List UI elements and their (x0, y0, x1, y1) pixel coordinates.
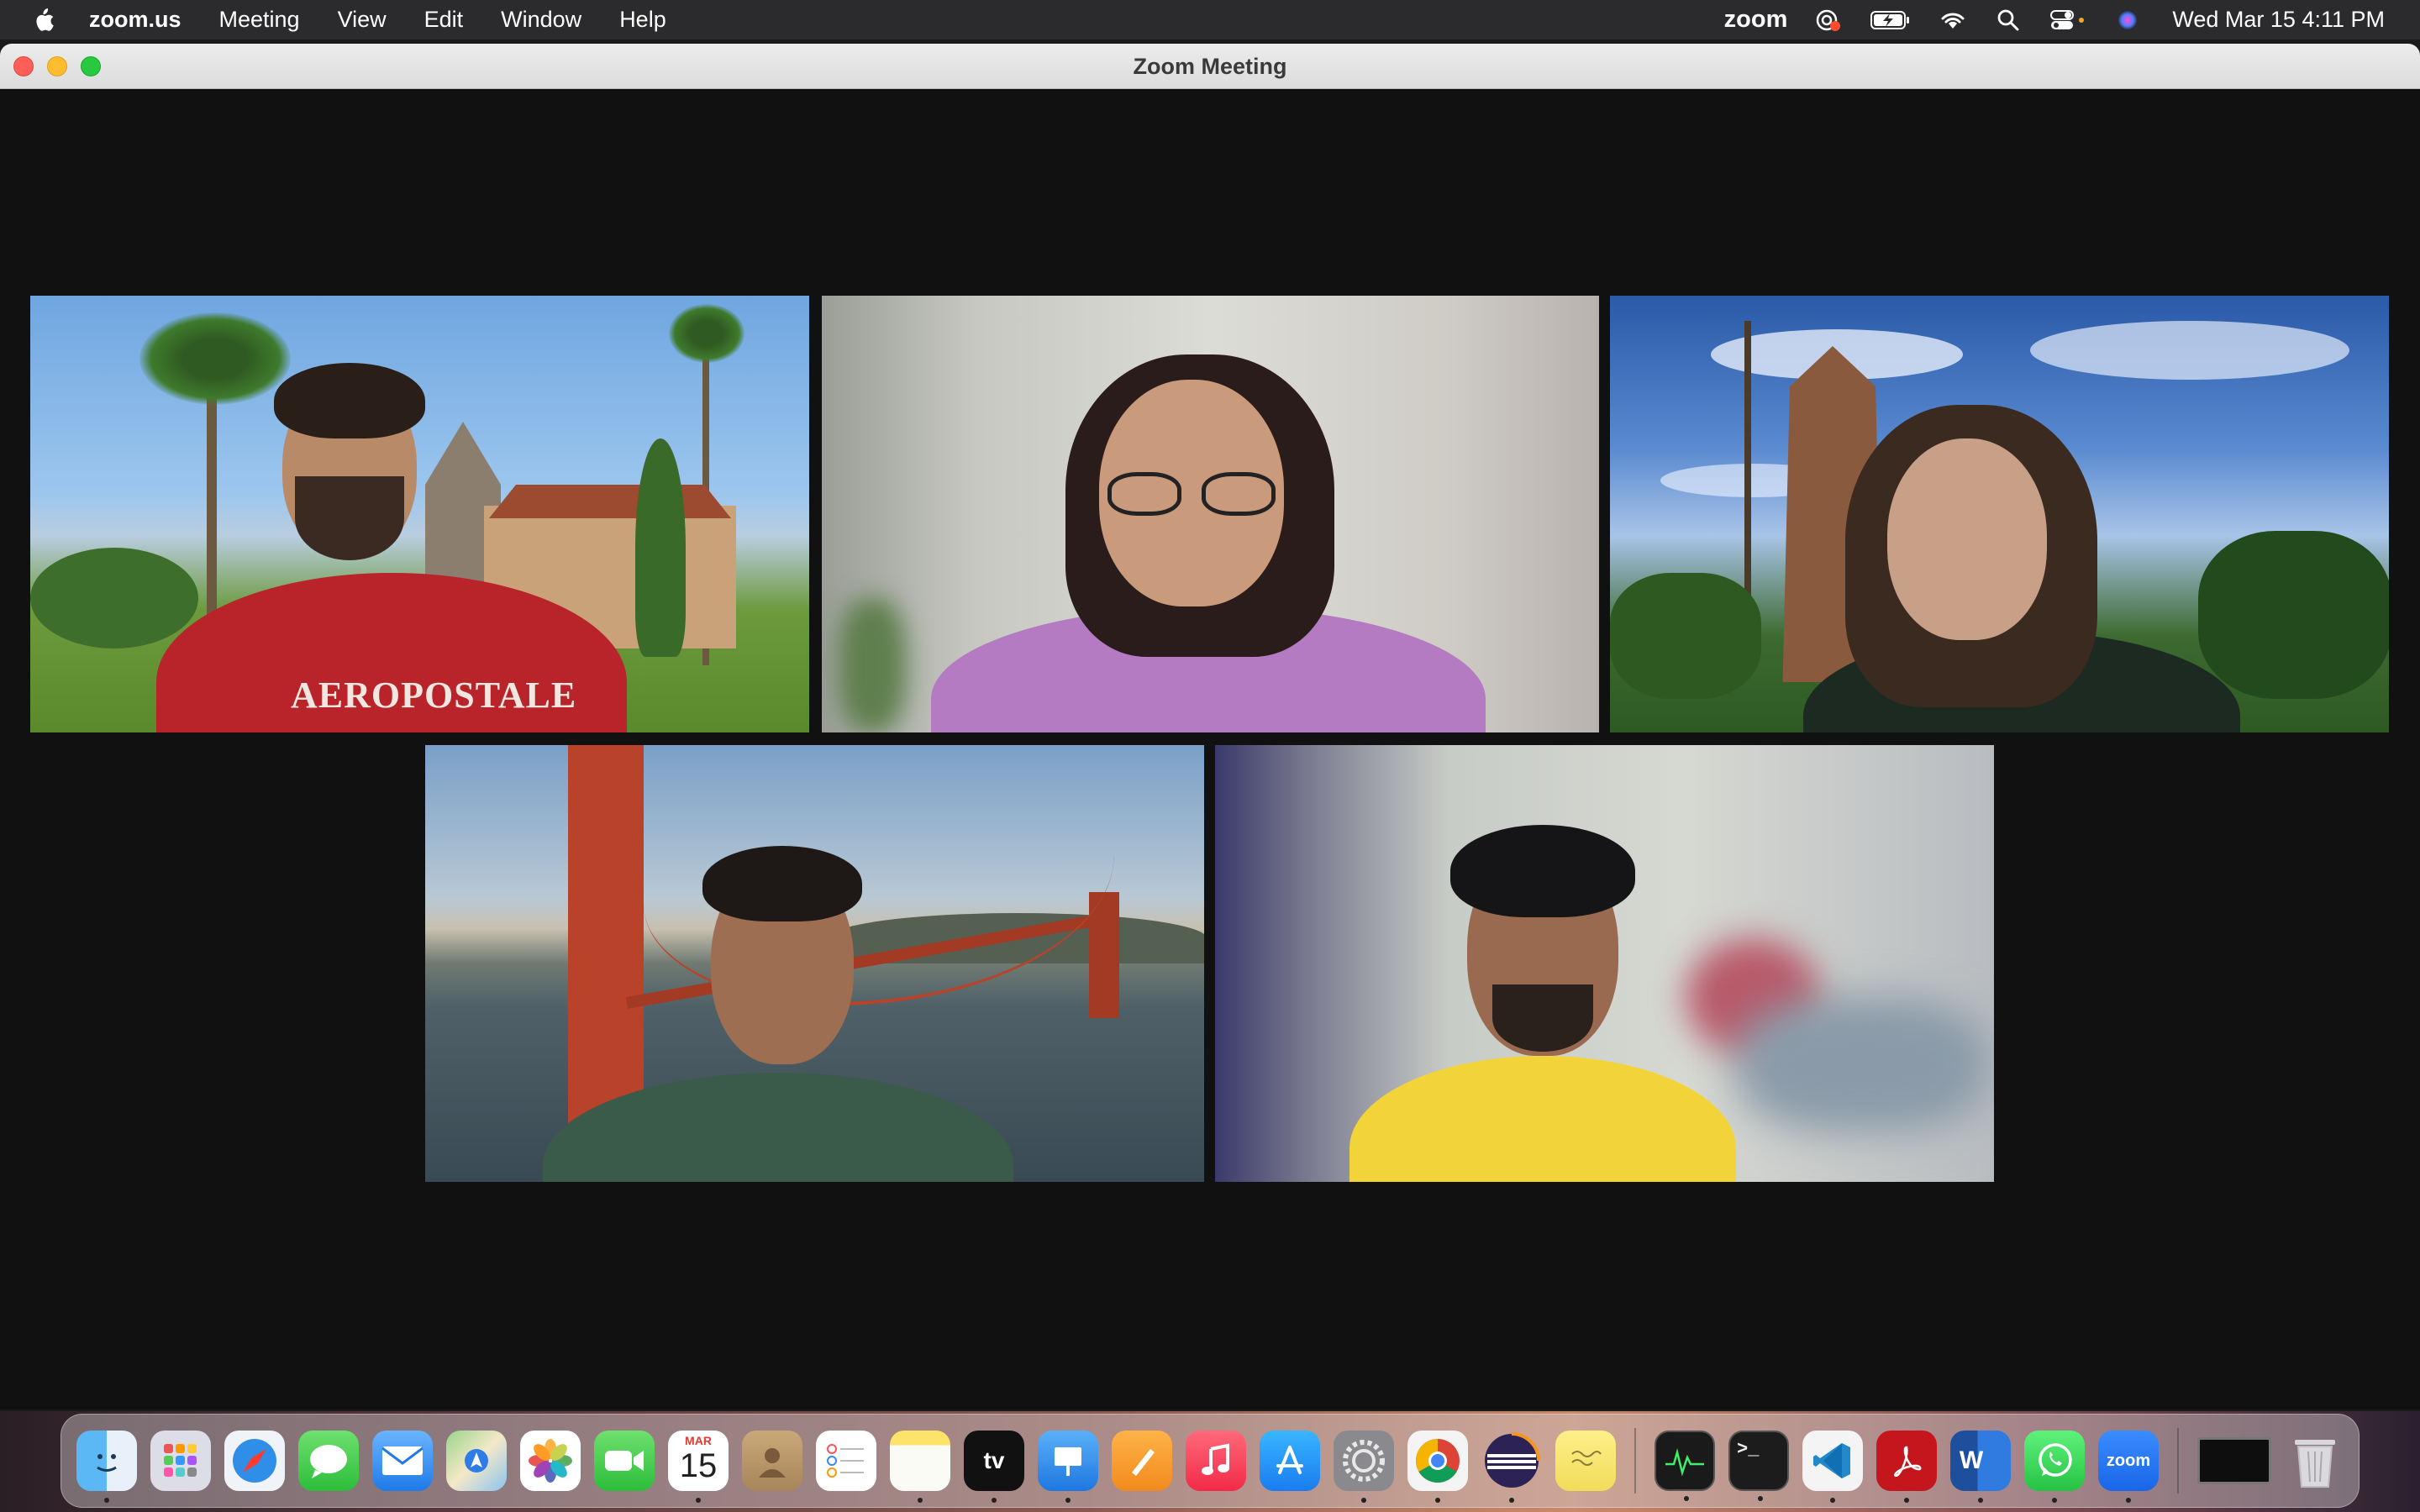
palm-tree (1744, 321, 1751, 623)
window-titlebar: Zoom Meeting (0, 44, 2420, 89)
mail-icon[interactable] (372, 1431, 433, 1491)
participant-head (1887, 438, 2047, 640)
calendar-icon[interactable]: MAR 15 (668, 1431, 729, 1503)
facetime-icon[interactable] (594, 1431, 655, 1491)
maps-icon[interactable] (446, 1431, 507, 1491)
bushes (30, 548, 198, 648)
menu-view[interactable]: View (338, 7, 387, 33)
whatsapp-icon[interactable] (2024, 1431, 2085, 1503)
participant-hair (702, 846, 862, 921)
participant-video-tile[interactable] (425, 745, 1204, 1182)
keynote-icon[interactable] (1038, 1431, 1098, 1503)
status-area: zoom Wed Mar 15 4:11 PM (1724, 0, 2420, 39)
trash-icon[interactable] (2285, 1431, 2345, 1491)
zoom-app-label: zoom (2106, 1451, 2151, 1470)
terminal-prompt: >_ (1737, 1439, 1760, 1460)
dock: MAR 15 tv >_ W zoom (60, 1414, 2360, 1508)
clock[interactable]: Wed Mar 15 4:11 PM (2172, 7, 2385, 33)
menu-help[interactable]: Help (619, 7, 666, 33)
participant-hair (274, 363, 425, 438)
reminders-icon[interactable] (816, 1431, 876, 1491)
word-icon[interactable]: W (1950, 1431, 2011, 1503)
zoom-status-item[interactable]: zoom (1724, 6, 1788, 34)
zoom-meeting-window: Zoom Meeting AEROPOSTALE (0, 44, 2420, 1410)
menu-app-name[interactable]: zoom.us (89, 7, 182, 33)
cloud (2030, 321, 2349, 380)
menu-window[interactable]: Window (501, 7, 581, 33)
system-preferences-icon[interactable] (1334, 1431, 1394, 1503)
photos-icon[interactable] (520, 1431, 581, 1491)
menu-meeting[interactable]: Meeting (219, 7, 300, 33)
blurred-plant (839, 598, 906, 732)
screen-record-icon[interactable] (1814, 8, 1843, 33)
apple-tv-icon[interactable]: tv (964, 1431, 1024, 1503)
messages-icon[interactable] (298, 1431, 359, 1491)
activity-monitor-icon[interactable] (1655, 1431, 1715, 1501)
participant-hair (1450, 825, 1635, 917)
dock-separator (1634, 1428, 1636, 1494)
glasses (1107, 472, 1276, 519)
siri-icon[interactable] (2113, 8, 2142, 33)
trees (2198, 531, 2389, 699)
battery-icon[interactable] (1870, 8, 1912, 33)
window-title: Zoom Meeting (1133, 54, 1287, 79)
music-icon[interactable] (1186, 1431, 1246, 1491)
cypress-tree (635, 438, 686, 657)
zoom-app-icon[interactable]: zoom (2098, 1431, 2159, 1503)
participant-video-tile[interactable]: AEROPOSTALE (30, 296, 809, 732)
roof (489, 485, 731, 518)
notes-icon[interactable] (890, 1431, 950, 1503)
stickies-icon[interactable] (1555, 1431, 1616, 1491)
terminal-icon[interactable]: >_ (1728, 1431, 1789, 1501)
launchpad-icon[interactable] (150, 1431, 211, 1491)
participant-video-tile[interactable] (1215, 745, 1994, 1182)
apple-menu-icon[interactable] (32, 7, 55, 34)
vscode-icon[interactable] (1802, 1431, 1863, 1503)
menu-bar: zoom.us Meeting View Edit Window Help zo… (0, 0, 2420, 39)
acrobat-icon[interactable] (1876, 1431, 1937, 1503)
chrome-icon[interactable] (1407, 1431, 1468, 1503)
shirt-text: AEROPOSTALE (291, 675, 577, 716)
safari-icon[interactable] (224, 1431, 285, 1491)
pages-icon[interactable] (1112, 1431, 1172, 1491)
minimized-window-preview[interactable] (2197, 1437, 2271, 1484)
blurred-object (1736, 997, 1988, 1131)
menu-edit[interactable]: Edit (424, 7, 464, 33)
finder-icon[interactable] (76, 1431, 137, 1503)
control-center-icon[interactable] (2049, 8, 2086, 33)
participant-video-tile-active-speaker[interactable] (822, 296, 1599, 732)
palm-fronds (139, 312, 291, 405)
word-label: W (1959, 1446, 1984, 1474)
participant-video-tile[interactable] (1610, 296, 2389, 732)
trees (1610, 573, 1761, 699)
contacts-icon[interactable] (742, 1431, 802, 1491)
apple-tv-label: tv (983, 1447, 1005, 1473)
spotlight-search-icon[interactable] (1994, 8, 2023, 33)
beard (295, 476, 404, 560)
beard (1492, 984, 1593, 1052)
dock-separator (2177, 1428, 2179, 1494)
calendar-month: MAR (685, 1434, 712, 1447)
eclipse-icon[interactable] (1481, 1431, 1542, 1503)
calendar-day: 15 (679, 1447, 718, 1484)
wifi-icon[interactable] (1939, 8, 1967, 33)
app-store-icon[interactable] (1260, 1431, 1320, 1491)
palm-fronds (669, 304, 744, 363)
